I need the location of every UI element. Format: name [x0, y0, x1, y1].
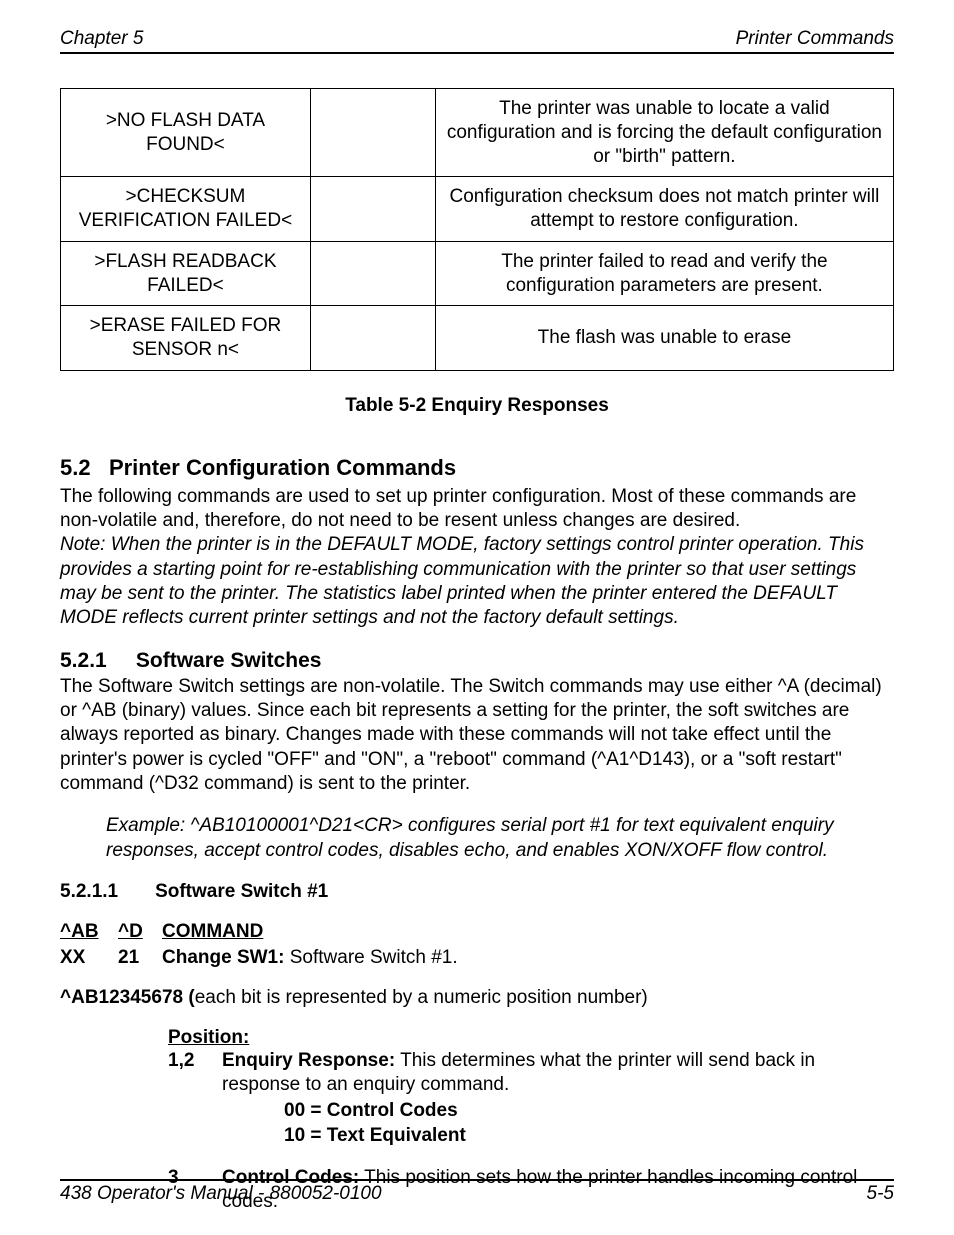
table-row: >FLASH READBACK FAILED< The printer fail…	[61, 241, 894, 306]
cell-empty	[310, 89, 435, 177]
table-row: >ERASE FAILED FOR SENSOR n< The flash wa…	[61, 306, 894, 371]
section-title: Printer Configuration Commands	[109, 455, 456, 480]
footer-left: 438 Operator's Manual - 880052-0100	[60, 1183, 382, 1205]
cell-empty	[310, 177, 435, 242]
cell-message: >CHECKSUM VERIFICATION FAILED<	[61, 177, 311, 242]
position-value: 00 = Control Codes	[284, 1099, 894, 1123]
cell-description: The printer failed to read and verify th…	[435, 241, 893, 306]
section-title: Software Switch #1	[155, 881, 328, 902]
position-values: 00 = Control Codes 10 = Text Equivalent	[284, 1099, 894, 1148]
section-5-2-body: The following commands are used to set u…	[60, 485, 894, 631]
command-header-row: ^AB ^D COMMAND	[60, 921, 894, 943]
val-d: 21	[118, 947, 146, 969]
val-command: Change SW1: Software Switch #1.	[162, 947, 458, 969]
section-heading-5-2: 5.2 Printer Configuration Commands	[60, 455, 894, 481]
bits-text: each bit is represented by a numeric pos…	[195, 987, 648, 1008]
bits-prefix: ^AB12345678 (	[60, 987, 195, 1008]
cell-description: The flash was unable to erase	[435, 306, 893, 371]
position-item: 1,2 Enquiry Response: This determines wh…	[168, 1049, 894, 1098]
position-text: Enquiry Response: This determines what t…	[222, 1049, 894, 1098]
section-heading-5-2-1-1: 5.2.1.1 Software Switch #1	[60, 881, 894, 903]
section-5-2-1-body: The Software Switch settings are non-vol…	[60, 675, 894, 797]
cell-description: Configuration checksum does not match pr…	[435, 177, 893, 242]
section-number: 5.2.1	[60, 649, 107, 672]
note-text: Note: When the printer is in the DEFAULT…	[60, 534, 864, 628]
enquiry-response-table: >NO FLASH DATA FOUND< The printer was un…	[60, 88, 894, 371]
col-command: COMMAND	[162, 921, 263, 943]
section-heading-5-2-1: 5.2.1 Software Switches	[60, 649, 894, 673]
position-value: 10 = Text Equivalent	[284, 1124, 894, 1148]
section-number: 5.2.1.1	[60, 881, 118, 902]
table-row: >CHECKSUM VERIFICATION FAILED< Configura…	[61, 177, 894, 242]
table-caption: Table 5-2 Enquiry Responses	[60, 395, 894, 417]
page-footer: 438 Operator's Manual - 880052-0100 5-5	[60, 1179, 894, 1205]
cell-message: >ERASE FAILED FOR SENSOR n<	[61, 306, 311, 371]
col-ab: ^AB	[60, 921, 102, 943]
section-number: 5.2	[60, 455, 91, 480]
cell-message: >NO FLASH DATA FOUND<	[61, 89, 311, 177]
table-row: >NO FLASH DATA FOUND< The printer was un…	[61, 89, 894, 177]
cell-empty	[310, 241, 435, 306]
col-d: ^D	[118, 921, 146, 943]
document-page: Chapter 5 Printer Commands >NO FLASH DAT…	[0, 0, 954, 1235]
page-header: Chapter 5 Printer Commands	[60, 28, 894, 54]
section-title: Software Switches	[136, 649, 322, 672]
header-right: Printer Commands	[736, 28, 894, 50]
header-left: Chapter 5	[60, 28, 143, 50]
position-number: 1,2	[168, 1049, 202, 1098]
bits-description: ^AB12345678 (each bit is represented by …	[60, 987, 894, 1009]
cell-empty	[310, 306, 435, 371]
position-label: Enquiry Response:	[222, 1050, 395, 1071]
footer-right: 5-5	[867, 1183, 894, 1205]
cell-message: >FLASH READBACK FAILED<	[61, 241, 311, 306]
command-desc: Software Switch #1.	[284, 947, 457, 968]
cell-description: The printer was unable to locate a valid…	[435, 89, 893, 177]
command-value-row: XX 21 Change SW1: Software Switch #1.	[60, 947, 894, 969]
command-name: Change SW1:	[162, 947, 284, 968]
position-heading: Position:	[168, 1027, 894, 1049]
val-ab: XX	[60, 947, 102, 969]
example-text: Example: ^AB10100001^D21<CR> configures …	[106, 814, 894, 863]
body-text: The following commands are used to set u…	[60, 486, 856, 531]
